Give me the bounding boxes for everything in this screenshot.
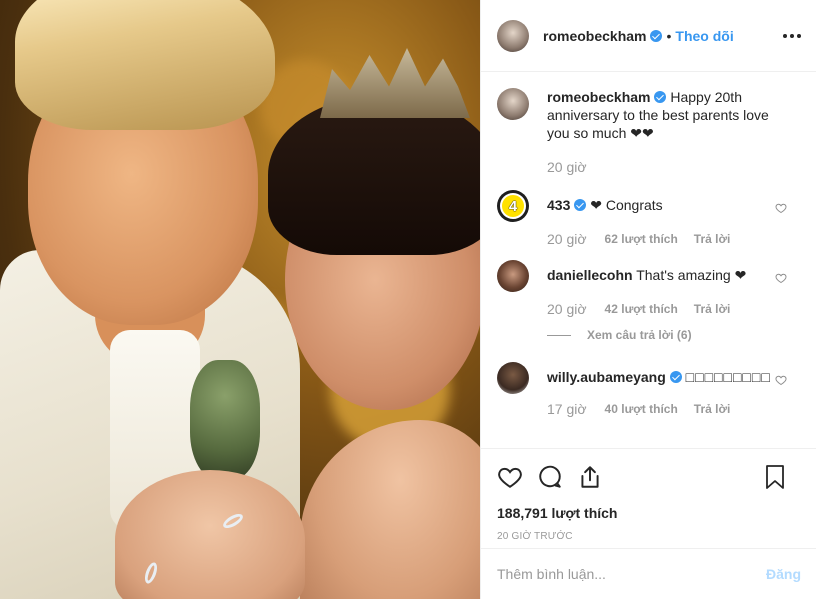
- share-icon[interactable]: [577, 464, 603, 490]
- post-photo[interactable]: [0, 0, 480, 599]
- comment-input[interactable]: Thêm bình luận...: [497, 566, 606, 582]
- likes-count[interactable]: 188,791 lượt thích: [497, 505, 801, 521]
- bride-hair: [268, 95, 480, 255]
- comment-text: That's amazing ❤: [636, 267, 747, 283]
- bride-tiara: [320, 48, 470, 118]
- caption-meta: 20 giờ: [547, 158, 773, 176]
- action-icons: [497, 461, 801, 493]
- author-name-wrap: romeobeckham • Theo dõi: [543, 28, 734, 44]
- verified-badge-icon: [654, 91, 667, 103]
- caption-avatar[interactable]: [497, 88, 529, 120]
- comment-bubble-icon[interactable]: [537, 464, 563, 490]
- comments-list[interactable]: romeobeckham Happy 20th anniversary to t…: [481, 72, 816, 448]
- comment-body: daniellecohn That's amazing ❤ 20 giờ 42 …: [547, 260, 773, 318]
- commenter-avatar[interactable]: [497, 362, 529, 394]
- reply-button[interactable]: Trả lời: [694, 300, 731, 318]
- commenter-username[interactable]: 433: [547, 197, 570, 213]
- replies-divider: [547, 334, 571, 336]
- comment-meta: 17 giờ 40 lượt thích Trả lời: [547, 400, 773, 418]
- caption-time[interactable]: 20 giờ: [547, 158, 587, 176]
- comment-item: 4 433 ❤ Congrats 20 giờ 62 lượt thích Tr…: [497, 190, 801, 248]
- comment-likes[interactable]: 42 lượt thích: [605, 300, 678, 318]
- reply-button[interactable]: Trả lời: [694, 230, 731, 248]
- header-separator: •: [666, 27, 672, 44]
- commenter-username[interactable]: daniellecohn: [547, 267, 633, 283]
- comment-meta: 20 giờ 62 lượt thích Trả lời: [547, 230, 773, 248]
- comment-body: willy.aubameyang □□□□□□□□□ 17 giờ 40 lượ…: [547, 362, 773, 418]
- comment-text: ❤ Congrats: [590, 197, 663, 213]
- comment-item: willy.aubameyang □□□□□□□□□ 17 giờ 40 lượ…: [497, 362, 801, 418]
- commenter-username[interactable]: willy.aubameyang: [547, 369, 666, 385]
- instagram-post: romeobeckham • Theo dõi romeobeckham Hap…: [0, 0, 816, 599]
- post-timestamp[interactable]: 20 GIỜ TRƯỚC: [497, 531, 801, 542]
- heart-icon[interactable]: [775, 374, 787, 386]
- comment-time[interactable]: 20 giờ: [547, 230, 587, 248]
- heart-icon[interactable]: [775, 202, 787, 214]
- joined-hands: [115, 470, 305, 599]
- comment-time[interactable]: 17 giờ: [547, 400, 587, 418]
- post-side-panel: romeobeckham • Theo dõi romeobeckham Hap…: [480, 0, 816, 599]
- comment-likes[interactable]: 40 lượt thích: [605, 400, 678, 418]
- commenter-avatar[interactable]: 4: [497, 190, 529, 222]
- more-options-icon[interactable]: [783, 28, 801, 44]
- view-replies-label[interactable]: Xem câu trả lời (6): [587, 328, 692, 342]
- caption: romeobeckham Happy 20th anniversary to t…: [497, 88, 801, 176]
- comment-time[interactable]: 20 giờ: [547, 300, 587, 318]
- comment-meta: 20 giờ 42 lượt thích Trả lời: [547, 300, 773, 318]
- verified-badge-icon: [650, 29, 663, 42]
- bride-shoulder: [300, 420, 480, 599]
- caption-username[interactable]: romeobeckham: [547, 89, 650, 105]
- follow-button[interactable]: Theo dõi: [675, 28, 733, 44]
- comment-body: 433 ❤ Congrats 20 giờ 62 lượt thích Trả …: [547, 190, 773, 248]
- heart-icon[interactable]: [497, 464, 523, 490]
- boutonniere: [190, 360, 260, 480]
- author-username[interactable]: romeobeckham: [543, 28, 646, 44]
- view-replies-button[interactable]: Xem câu trả lời (6): [547, 328, 801, 342]
- post-header: romeobeckham • Theo dõi: [481, 0, 816, 72]
- comment-text: □□□□□□□□□: [685, 369, 771, 385]
- verified-badge-icon: [669, 371, 682, 383]
- comment-likes[interactable]: 62 lượt thích: [605, 230, 678, 248]
- add-comment-bar: Thêm bình luận... Đăng: [481, 548, 816, 599]
- post-actions: 188,791 lượt thích 20 GIỜ TRƯỚC: [481, 448, 816, 542]
- heart-icon[interactable]: [775, 272, 787, 284]
- reply-button[interactable]: Trả lời: [694, 400, 731, 418]
- commenter-avatar[interactable]: [497, 260, 529, 292]
- post-comment-button[interactable]: Đăng: [766, 566, 801, 582]
- caption-body: romeobeckham Happy 20th anniversary to t…: [547, 88, 773, 176]
- comment-item: daniellecohn That's amazing ❤ 20 giờ 42 …: [497, 260, 801, 318]
- bookmark-icon[interactable]: [763, 464, 787, 490]
- verified-badge-icon: [574, 199, 587, 211]
- avatar-433-logo: 4: [500, 193, 526, 219]
- groom-hair: [15, 0, 275, 130]
- author-avatar[interactable]: [497, 19, 529, 52]
